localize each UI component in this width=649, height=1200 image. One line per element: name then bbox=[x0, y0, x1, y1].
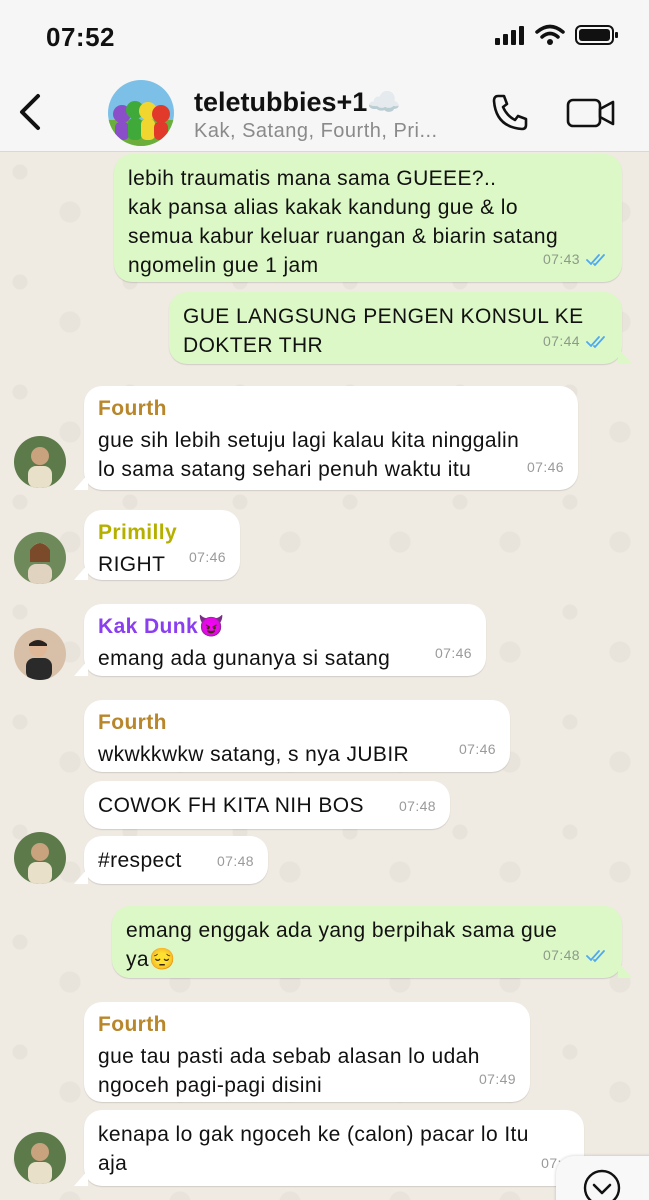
bubble-tail bbox=[618, 962, 632, 978]
message-line: ngoceh pagi-pagi disini bbox=[98, 1074, 323, 1097]
signal-icon bbox=[495, 26, 524, 45]
cloud-emoji: ☁️ bbox=[367, 87, 401, 117]
message-line: wkwkkwkw satang, s nya JUBIR bbox=[98, 743, 410, 766]
message-time: 07:46 bbox=[188, 549, 226, 565]
message-incoming[interactable]: Kak Dunk😈 emang ada gunanya si satang 07… bbox=[84, 604, 486, 676]
sender-name[interactable]: Fourth bbox=[98, 396, 564, 422]
message-line: lebih traumatis mana sama GUEEE?.. bbox=[128, 167, 497, 190]
message-meta: 07:49 bbox=[479, 1065, 516, 1094]
scroll-down-button[interactable] bbox=[556, 1156, 649, 1200]
message-meta: 07:46 bbox=[527, 453, 564, 482]
battery-icon bbox=[575, 25, 618, 45]
message-incoming[interactable]: Fourth gue sih lebih setuju lagi kalau k… bbox=[84, 386, 578, 490]
message-incoming[interactable]: Fourth gue tau pasti ada sebab alasan lo… bbox=[84, 1002, 530, 1102]
avatar-kak-dunk[interactable] bbox=[14, 628, 66, 680]
sender-name[interactable]: Fourth bbox=[98, 1012, 516, 1038]
message-line: gue sih lebih setuju lagi kalau kita nin… bbox=[98, 429, 520, 452]
message-line: COWOK FH KITA NIH BOS bbox=[98, 794, 364, 817]
message-meta: 07:48 bbox=[217, 847, 254, 876]
bubble-tail bbox=[74, 868, 88, 884]
message-time: 07:48 bbox=[398, 798, 436, 814]
video-call-icon[interactable] bbox=[566, 96, 616, 130]
message-line: kenapa lo gak ngoceh ke (calon) pacar lo… bbox=[98, 1123, 529, 1146]
message-time: 07:46 bbox=[458, 741, 496, 757]
message-line: lo sama satang sehari penuh waktu itu bbox=[98, 458, 472, 481]
message-line: emang ada gunanya si satang bbox=[98, 647, 391, 670]
avatar-primilly[interactable] bbox=[14, 532, 66, 584]
message-time: 07:49 bbox=[478, 1071, 516, 1087]
message-time: 07:46 bbox=[434, 645, 472, 661]
status-bar: 07:52 bbox=[0, 0, 649, 74]
sender-name[interactable]: Kak Dunk😈 bbox=[98, 614, 472, 640]
message-time: 07:48 bbox=[542, 947, 580, 963]
message-meta: 07:44 bbox=[543, 327, 608, 356]
phone-icon[interactable] bbox=[490, 92, 530, 132]
message-incoming[interactable]: COWOK FH KITA NIH BOS 07:48 bbox=[84, 781, 450, 829]
message-time: 07:44 bbox=[542, 333, 580, 349]
message-meta: 07:46 bbox=[189, 543, 226, 572]
message-line: emang enggak ada yang berpihak sama gue bbox=[126, 919, 558, 942]
message-time: 07:43 bbox=[542, 251, 580, 267]
bubble-tail bbox=[74, 1170, 88, 1186]
chat-title[interactable]: teletubbies+1☁️ bbox=[194, 86, 401, 118]
group-members[interactable]: Kak, Satang, Fourth, Pri... bbox=[194, 120, 438, 143]
chat-header: teletubbies+1☁️ Kak, Satang, Fourth, Pri… bbox=[0, 74, 649, 152]
message-outgoing[interactable]: lebih traumatis mana sama GUEEE?.. kak p… bbox=[114, 154, 622, 282]
message-incoming[interactable]: Primilly RIGHT 07:46 bbox=[84, 510, 240, 580]
devil-emoji: 😈 bbox=[198, 615, 225, 638]
status-icons bbox=[495, 24, 619, 46]
sender-name[interactable]: Fourth bbox=[98, 710, 496, 736]
message-meta: 07:48 bbox=[399, 792, 436, 821]
message-line: semua kabur keluar ruangan & biarin sata… bbox=[128, 225, 559, 248]
message-line: ya😔 bbox=[126, 948, 176, 971]
avatar-fourth[interactable] bbox=[14, 1132, 66, 1184]
message-time: 07:46 bbox=[526, 459, 564, 475]
status-time: 07:52 bbox=[46, 22, 115, 52]
group-avatar[interactable] bbox=[108, 80, 174, 146]
read-ticks-icon bbox=[586, 253, 605, 266]
avatar-fourth[interactable] bbox=[14, 832, 66, 884]
message-time: 07:48 bbox=[216, 853, 254, 869]
read-ticks-icon bbox=[586, 949, 605, 962]
bubble-tail bbox=[74, 660, 88, 676]
message-line: kak pansa alias kakak kandung gue & lo bbox=[128, 196, 518, 219]
avatar-fourth[interactable] bbox=[14, 436, 66, 488]
message-outgoing[interactable]: GUE LANGSUNG PENGEN KONSUL KE DOKTER THR… bbox=[169, 292, 622, 364]
message-incoming[interactable]: Fourth wkwkkwkw satang, s nya JUBIR 07:4… bbox=[84, 700, 510, 772]
message-meta: 07:48 bbox=[543, 941, 608, 970]
message-line: aja bbox=[98, 1152, 128, 1175]
message-meta: 07:46 bbox=[435, 639, 472, 668]
bubble-tail bbox=[74, 564, 88, 580]
message-line: gue tau pasti ada sebab alasan lo udah bbox=[98, 1045, 480, 1068]
message-outgoing[interactable]: emang enggak ada yang berpihak sama gue … bbox=[112, 906, 622, 978]
message-meta: 07:46 bbox=[459, 735, 496, 764]
wifi-icon bbox=[535, 24, 565, 45]
message-incoming[interactable]: kenapa lo gak ngoceh ke (calon) pacar lo… bbox=[84, 1110, 584, 1186]
read-ticks-icon bbox=[586, 335, 605, 348]
message-line: ngomelin gue 1 jam bbox=[128, 254, 319, 277]
message-incoming[interactable]: #respect 07:48 bbox=[84, 836, 268, 884]
bubble-tail bbox=[618, 348, 632, 364]
chevron-down-icon bbox=[583, 1169, 621, 1200]
back-icon[interactable] bbox=[14, 92, 46, 132]
chat-area[interactable]: lebih traumatis mana sama GUEEE?.. kak p… bbox=[0, 152, 649, 1200]
message-meta: 07:43 bbox=[543, 245, 608, 274]
group-name: teletubbies+1 bbox=[194, 87, 368, 117]
